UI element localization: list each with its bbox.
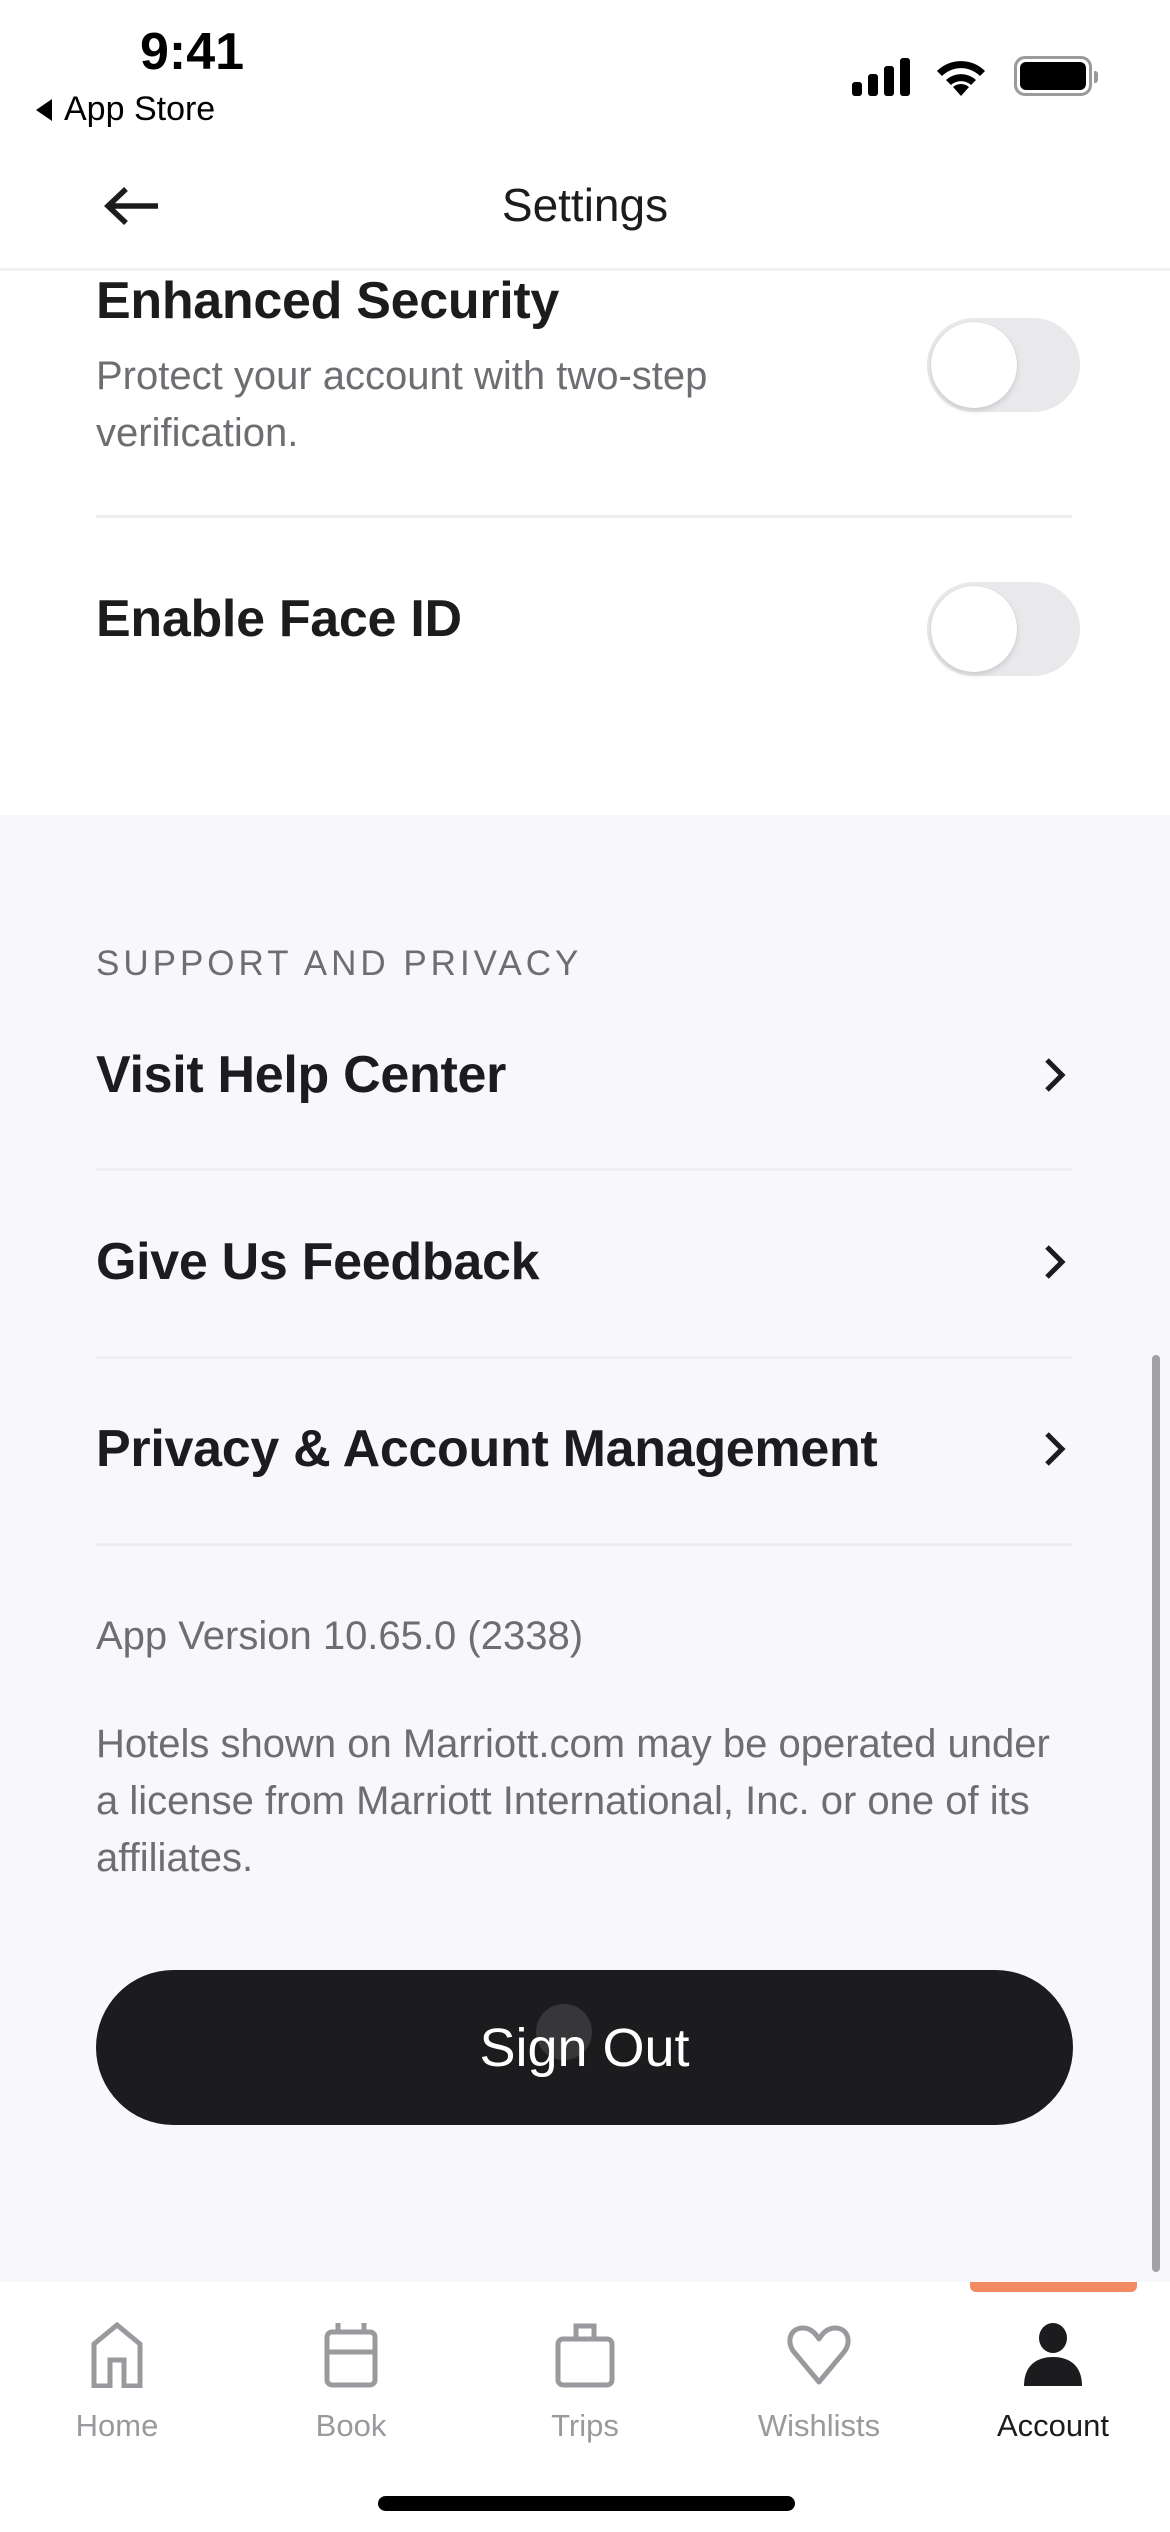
security-section: Enhanced Security Protect your account w… (0, 271, 1170, 815)
suitcase-icon (555, 2323, 615, 2388)
face-id-title: Enable Face ID (96, 590, 462, 648)
chevron-right-icon (1045, 1058, 1066, 1092)
enhanced-security-title: Enhanced Security (96, 272, 560, 330)
tab-wishlists[interactable]: Wishlists (702, 2300, 936, 2450)
tab-trips[interactable]: Trips (468, 2300, 702, 2450)
toggle-knob (931, 586, 1017, 672)
enhanced-security-toggle[interactable] (927, 318, 1080, 412)
privacy-account-management-label: Privacy & Account Management (96, 1420, 878, 1478)
chevron-right-icon (1045, 1432, 1066, 1466)
legal-disclaimer: Hotels shown on Marriott.com may be oper… (96, 1722, 1050, 1880)
divider (96, 515, 1072, 518)
give-feedback-row[interactable]: Give Us Feedback (96, 1187, 1072, 1337)
person-icon (1024, 2323, 1082, 2386)
give-feedback-label: Give Us Feedback (96, 1233, 540, 1291)
back-triangle-icon (36, 98, 52, 121)
status-time: 9:41 (140, 23, 245, 81)
heart-icon (787, 2325, 851, 2385)
back-to-app-store-link[interactable]: App Store (36, 90, 215, 129)
active-tab-indicator (970, 2282, 1137, 2292)
face-id-toggle[interactable] (927, 582, 1080, 676)
divider (96, 1543, 1072, 1546)
cellular-signal-icon (852, 56, 912, 96)
calendar-icon (324, 2323, 378, 2388)
tab-home[interactable]: Home (0, 2300, 234, 2450)
section-label-support: SUPPORT AND PRIVACY (96, 944, 583, 983)
back-app-label: App Store (64, 90, 216, 128)
tab-book[interactable]: Book (234, 2300, 468, 2450)
app-version: App Version 10.65.0 (2338) (96, 1614, 584, 1658)
tab-label: Account (996, 2408, 1109, 2443)
divider (96, 1356, 1072, 1359)
home-icon (91, 2322, 143, 2388)
tab-bar: Home Book Trips Wishlists Account (0, 2282, 1170, 2532)
privacy-account-management-row[interactable]: Privacy & Account Management (96, 1374, 1072, 1524)
nav-header: Settings (0, 140, 1170, 271)
toggle-knob (931, 322, 1017, 408)
divider (96, 1168, 1072, 1171)
scrollbar[interactable] (1152, 1355, 1160, 2272)
battery-icon (1014, 56, 1098, 96)
tab-label: Home (75, 2408, 159, 2443)
chevron-right-icon (1045, 1245, 1066, 1279)
tab-label: Trips (551, 2408, 619, 2443)
enhanced-security-description: Protect your account with two-step verif… (96, 354, 708, 455)
tab-label: Wishlists (757, 2408, 881, 2443)
tab-account[interactable]: Account (936, 2300, 1170, 2450)
touch-indicator (536, 2004, 592, 2060)
tab-label: Book (315, 2408, 387, 2443)
visit-help-center-row[interactable]: Visit Help Center (96, 1000, 1072, 1150)
status-bar: 9:41 App Store (0, 0, 1170, 140)
status-icons (852, 56, 1098, 96)
visit-help-center-label: Visit Help Center (96, 1046, 507, 1104)
page-title: Settings (501, 179, 669, 231)
wifi-icon (937, 61, 985, 96)
home-indicator[interactable] (378, 2496, 795, 2511)
